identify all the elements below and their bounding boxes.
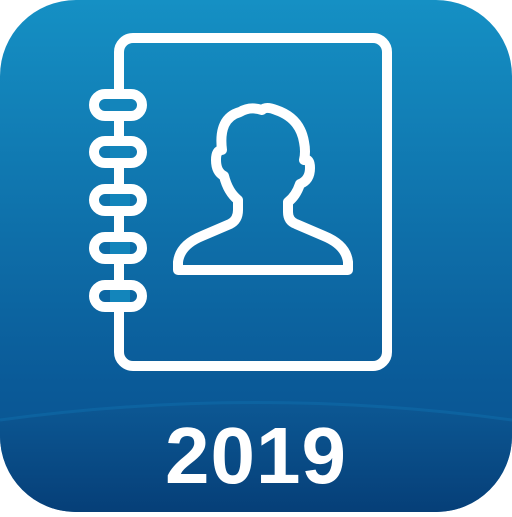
year-label: 2019 <box>165 411 347 500</box>
app-icon[interactable]: 2019 <box>0 0 512 512</box>
